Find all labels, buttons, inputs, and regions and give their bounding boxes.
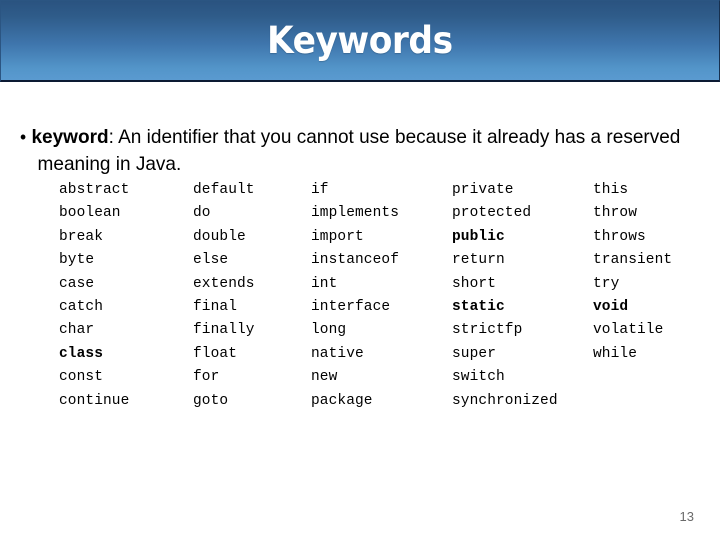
keyword-column-0: abstract boolean break byte case catch char cla…: [59, 179, 193, 413]
keyword-cell: private: [452, 182, 514, 198]
keyword-cell: abstract: [59, 182, 130, 198]
keyword-cell: implements: [311, 205, 400, 222]
keyword-cell: instanceof: [311, 252, 400, 269]
keyword-column-4: this throw throws transient try void volatile w…: [593, 179, 714, 413]
keyword-cell: const: [59, 369, 104, 386]
keyword-cell: default: [193, 182, 255, 198]
keyword-cell: import: [311, 228, 364, 245]
keyword-cell: int: [311, 275, 338, 292]
keyword-cell: if: [311, 182, 329, 198]
keyword-cell: strictfp: [452, 322, 523, 339]
keyword-cell: super: [452, 345, 497, 362]
keyword-cell: long: [311, 322, 347, 339]
keyword-cell: try: [593, 275, 620, 292]
keyword-cell: throw: [593, 205, 638, 222]
keyword-cell: protected: [452, 205, 532, 222]
keyword-cell: throws: [593, 228, 646, 245]
page-number: 13: [679, 509, 694, 524]
keyword-cell: short: [452, 275, 497, 292]
keyword-cell: native: [311, 345, 364, 362]
keyword-cell: double: [193, 228, 246, 245]
java-keyword-table: abstract boolean break byte case catch char cla…: [59, 179, 714, 413]
keyword-cell: new: [311, 369, 338, 386]
bullet-glyph: •: [20, 126, 27, 147]
keyword-cell: switch: [452, 369, 505, 386]
keyword-cell: break: [59, 228, 104, 245]
keyword-column-2: if implements import instanceof int interface…: [311, 179, 452, 413]
keyword-cell: while: [593, 345, 638, 362]
keyword-cell: volatile: [593, 322, 664, 339]
keyword-cell: final: [193, 298, 238, 315]
keyword-cell: void: [593, 298, 629, 315]
keyword-cell: transient: [593, 252, 673, 269]
page-title: Keywords: [267, 19, 453, 62]
keyword-definition-bullet: • keyword: An identifier that you cannot…: [20, 124, 710, 178]
keyword-cell: catch: [59, 298, 104, 315]
keyword-cell: float: [193, 345, 238, 362]
keyword-cell: case: [59, 275, 95, 292]
keyword-cell: return: [452, 252, 505, 269]
keyword-cell: for: [193, 369, 220, 386]
keyword-cell: extends: [193, 275, 255, 292]
keyword-cell: package: [311, 392, 373, 409]
keyword-cell: class: [59, 345, 104, 362]
keyword-cell: do: [193, 205, 211, 222]
definition-separator: :: [108, 125, 119, 148]
keyword-cell: continue: [59, 392, 130, 409]
keyword-cell: public: [452, 228, 505, 245]
keyword-cell: this: [593, 182, 629, 198]
keyword-column-3: private protected public return short static s…: [452, 179, 593, 413]
keyword-cell: boolean: [59, 205, 121, 222]
definition-text: An identifier that you cannot use becaus…: [37, 125, 681, 175]
definition-term: keyword: [31, 125, 109, 148]
keyword-cell: goto: [193, 392, 229, 409]
slide-header-banner: Keywords: [0, 0, 720, 82]
keyword-cell: static: [452, 298, 505, 315]
keyword-cell: else: [193, 252, 229, 269]
keyword-cell: char: [59, 322, 95, 339]
keyword-cell: synchronized: [452, 392, 558, 409]
keyword-cell: byte: [59, 252, 95, 269]
keyword-column-1: default do double else extends final finally fl…: [193, 179, 311, 413]
keyword-cell: finally: [193, 322, 255, 339]
keyword-cell: interface: [311, 298, 391, 315]
